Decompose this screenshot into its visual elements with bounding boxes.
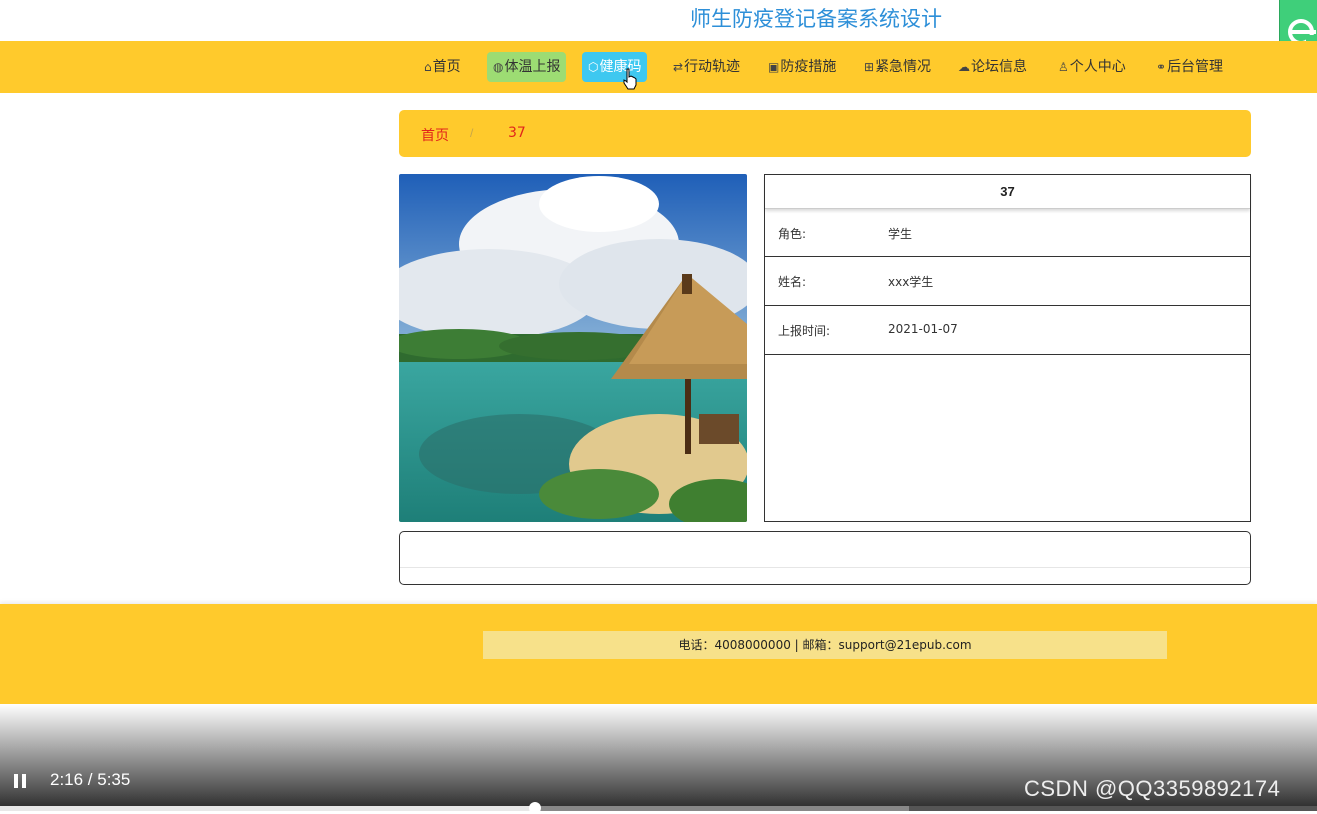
detail-key: 上报时间:	[778, 324, 831, 338]
user-icon: ♙	[1058, 60, 1069, 74]
nav-label: 体温上报	[504, 59, 561, 75]
footer-contact: 电话：4008000000 | 邮箱：support@21epub.com	[483, 631, 1167, 659]
nav-forum[interactable]: ☁论坛信息	[952, 52, 1033, 82]
hand-cursor-icon	[623, 68, 637, 90]
detail-panel: 37 角色: 学生 姓名: xxx学生 上报时间: 2021-01-07	[764, 174, 1251, 522]
pause-icon	[22, 774, 26, 788]
detail-key: 角色:	[778, 227, 807, 241]
progress-played	[0, 806, 535, 811]
detail-value: xxx学生	[888, 275, 934, 289]
detail-value: 学生	[888, 227, 913, 241]
item-photo	[399, 174, 747, 522]
nav-label: 防疫措施	[780, 59, 837, 75]
nav-label: 论坛信息	[971, 59, 1027, 75]
detail-row-role: 角色: 学生	[765, 209, 1250, 257]
nav-travel-track[interactable]: ⇄行动轨迹	[667, 52, 746, 82]
breadcrumb-current: 37	[508, 125, 526, 141]
site-title: 师生防疫登记备案系统设计	[690, 7, 942, 31]
divider	[400, 567, 1250, 568]
detail-key: 姓名:	[778, 275, 807, 289]
content-box	[399, 531, 1251, 585]
detail-title: 37	[765, 175, 1250, 209]
detail-row-report-time: 上报时间: 2021-01-07	[765, 306, 1250, 355]
pause-icon	[14, 774, 18, 788]
nav-label: 首页	[432, 59, 461, 75]
progress-bar[interactable]	[0, 802, 1317, 814]
detail-row-name: 姓名: xxx学生	[765, 257, 1250, 306]
nav-label: 个人中心	[1069, 59, 1126, 75]
nav-admin[interactable]: ⚭后台管理	[1150, 52, 1229, 82]
clipboard-icon: ▣	[768, 60, 780, 74]
shuffle-icon: ⇄	[673, 60, 684, 74]
main-navbar: ⌂首页 ◍体温上报 ⬡健康码 ⇄行动轨迹 ▣防疫措施 ⊞紧急情况 ☁论坛信息 ♙…	[0, 41, 1317, 93]
link-icon: ⚭	[1156, 60, 1167, 74]
nav-home[interactable]: ⌂首页	[418, 52, 467, 82]
nav-emergency[interactable]: ⊞紧急情况	[858, 52, 937, 82]
nav-label: 行动轨迹	[684, 59, 741, 75]
nav-prevention-measures[interactable]: ▣防疫措施	[762, 52, 842, 82]
footer: 电话：4008000000 | 邮箱：support@21epub.com	[0, 604, 1317, 704]
video-player-controls: 2:16 / 5:35 CSDN @QQ3359892174	[0, 704, 1317, 814]
progress-handle[interactable]	[528, 802, 541, 814]
breadcrumb: 首页 / 37	[399, 110, 1251, 157]
watermark: CSDN @QQ3359892174	[1024, 776, 1281, 801]
cloud-icon: ☁	[958, 60, 970, 74]
globe-icon: ◍	[493, 60, 504, 74]
breadcrumb-home-link[interactable]: 首页	[421, 125, 449, 145]
detail-value: 2021-01-07	[888, 322, 958, 336]
home-icon: ⌂	[424, 60, 432, 74]
nav-label: 紧急情况	[875, 59, 932, 75]
time-display: 2:16 / 5:35	[50, 770, 131, 789]
cube-icon: ⬡	[588, 60, 599, 74]
nav-temperature-report[interactable]: ◍体温上报	[487, 52, 567, 82]
pause-button[interactable]	[14, 774, 28, 788]
nav-personal-center[interactable]: ♙个人中心	[1052, 52, 1132, 82]
grid-icon: ⊞	[864, 60, 875, 74]
breadcrumb-separator: /	[470, 126, 474, 140]
nav-label: 后台管理	[1167, 59, 1224, 75]
